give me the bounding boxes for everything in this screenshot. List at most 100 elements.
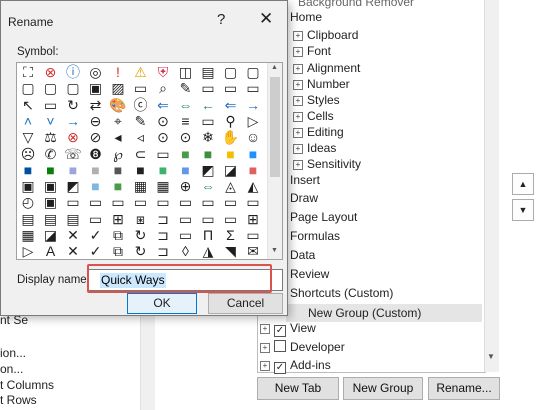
symbol-option[interactable]: ⇐: [153, 97, 173, 113]
symbol-option[interactable]: ⇄: [86, 97, 106, 113]
tree-tab-data[interactable]: Data: [290, 248, 315, 262]
symbol-option[interactable]: ◥: [221, 243, 241, 259]
symbol-option[interactable]: ⇐: [221, 97, 241, 113]
symbol-option[interactable]: ■: [153, 162, 173, 178]
symbol-option[interactable]: ◩: [63, 178, 83, 194]
new-group-button[interactable]: New Group: [343, 377, 423, 400]
symbol-option[interactable]: ■: [176, 146, 196, 162]
symbol-option[interactable]: ▭: [86, 211, 106, 227]
symbol-option[interactable]: ⊞: [108, 211, 128, 227]
symbol-option[interactable]: ◎: [86, 64, 106, 80]
symbol-option[interactable]: ▭: [176, 194, 196, 210]
tree-group-ideas[interactable]: + Ideas: [293, 141, 336, 155]
ok-button[interactable]: OK: [127, 293, 197, 314]
symbol-option[interactable]: ⊙: [176, 129, 196, 145]
symbol-option[interactable]: ▤: [198, 64, 218, 80]
symbol-option[interactable]: ■: [176, 162, 196, 178]
expand-icon[interactable]: +: [293, 64, 303, 74]
checkbox-checked-icon[interactable]: ✓: [274, 325, 286, 337]
symbol-option[interactable]: ▷: [243, 113, 263, 129]
symbol-option[interactable]: ◪: [41, 227, 61, 243]
symbol-option[interactable]: ✎: [176, 80, 196, 96]
expand-icon[interactable]: +: [293, 47, 303, 57]
symbol-option[interactable]: ■: [18, 162, 38, 178]
scroll-down-arrow-icon[interactable]: ▼: [487, 352, 495, 361]
symbol-option[interactable]: ◃: [131, 129, 151, 145]
tree-tab-draw[interactable]: Draw: [290, 191, 318, 205]
symbol-option[interactable]: ↻: [131, 227, 151, 243]
symbol-option[interactable]: ▭: [243, 80, 263, 96]
symbol-option[interactable]: ˄: [18, 113, 38, 129]
symbol-option[interactable]: ▢: [243, 64, 263, 80]
symbol-option[interactable]: ⇔: [198, 178, 218, 194]
rename-button[interactable]: Rename...: [428, 377, 500, 400]
expand-icon[interactable]: +: [293, 96, 303, 106]
symbol-option[interactable]: ▤: [41, 211, 61, 227]
tree-group-alignment[interactable]: + Alignment: [293, 61, 360, 75]
symbol-option[interactable]: Σ: [221, 227, 241, 243]
symbol-option[interactable]: ▣: [41, 178, 61, 194]
symbol-option[interactable]: ◂: [108, 129, 128, 145]
tree-group-number[interactable]: + Number: [293, 77, 350, 91]
symbol-option[interactable]: ✕: [63, 227, 83, 243]
symbol-option[interactable]: ☏: [63, 146, 83, 162]
symbol-option[interactable]: ■: [63, 162, 83, 178]
symbol-option[interactable]: ⧉: [108, 243, 128, 259]
tree-item-partial[interactable]: Background Remover: [298, 0, 414, 9]
symbol-option[interactable]: ✎: [131, 113, 151, 129]
symbol-option[interactable]: ◫: [176, 64, 196, 80]
tree-tab-developer[interactable]: + Developer: [260, 340, 345, 354]
scroll-down-arrow-icon[interactable]: ▼: [271, 247, 278, 254]
checkbox-unchecked-icon[interactable]: [274, 340, 286, 352]
symbol-option[interactable]: ▣: [18, 178, 38, 194]
symbol-option[interactable]: ▷: [18, 243, 38, 259]
symbol-option[interactable]: ▭: [63, 194, 83, 210]
tree-group-font[interactable]: + Font: [293, 44, 331, 58]
tree-tab-review[interactable]: Review: [290, 267, 329, 281]
symbol-option[interactable]: ✆: [41, 146, 61, 162]
expand-icon[interactable]: +: [293, 144, 303, 154]
tree-item-new-group[interactable]: New Group (Custom): [308, 306, 421, 320]
tree-item-home[interactable]: Home: [290, 10, 322, 24]
symbol-option[interactable]: ■: [198, 146, 218, 162]
move-up-button[interactable]: ▲: [512, 173, 534, 195]
symbol-option[interactable]: ⚠: [131, 64, 151, 80]
move-down-button[interactable]: ▼: [512, 199, 534, 221]
symbol-option[interactable]: 🎨: [108, 97, 128, 113]
symbol-option[interactable]: ⊐: [153, 243, 173, 259]
symbol-option[interactable]: ▤: [18, 211, 38, 227]
expand-icon[interactable]: +: [293, 128, 303, 138]
symbol-option[interactable]: ▦: [153, 178, 173, 194]
symbol-option[interactable]: ▭: [131, 194, 151, 210]
symbol-option[interactable]: ▭: [86, 194, 106, 210]
expand-icon[interactable]: +: [260, 361, 270, 371]
symbol-option[interactable]: ⧆: [131, 211, 151, 227]
tree-tab-add-ins[interactable]: + ✓ Add-ins: [260, 358, 331, 374]
symbol-option[interactable]: ▭: [41, 97, 61, 113]
list-item[interactable]: on...: [0, 362, 23, 376]
symbol-option[interactable]: ⓒ: [131, 97, 151, 113]
symbol-option[interactable]: ⊙: [153, 129, 173, 145]
symbol-option[interactable]: ≡: [176, 113, 196, 129]
symbol-option[interactable]: ⊂: [131, 146, 151, 162]
symbol-option[interactable]: ❄: [198, 129, 218, 145]
tree-tab-view[interactable]: + ✓ View: [260, 321, 316, 337]
symbol-option[interactable]: ▢: [221, 64, 241, 80]
symbol-option[interactable]: ⊐: [153, 227, 173, 243]
symbol-option[interactable]: ⊖: [86, 113, 106, 129]
tree-group-styles[interactable]: + Styles: [293, 93, 340, 107]
symbol-option[interactable]: ⊕: [176, 178, 196, 194]
symbol-option[interactable]: ▭: [243, 227, 263, 243]
tree-group-sensitivity[interactable]: + Sensitivity: [293, 157, 361, 171]
symbol-option[interactable]: A: [41, 243, 61, 259]
list-item[interactable]: t Rows: [0, 393, 37, 407]
symbol-option[interactable]: ⛨: [153, 64, 173, 80]
symbol-option[interactable]: ▢: [18, 80, 38, 96]
symbol-option[interactable]: ▦: [131, 178, 151, 194]
symbol-option[interactable]: ■: [108, 178, 128, 194]
symbol-option[interactable]: ▭: [176, 211, 196, 227]
symbol-option[interactable]: ◪: [221, 162, 241, 178]
symbol-option[interactable]: ▭: [153, 194, 173, 210]
checkbox-checked-icon[interactable]: ✓: [274, 362, 286, 374]
symbol-option[interactable]: ☺: [243, 129, 263, 145]
